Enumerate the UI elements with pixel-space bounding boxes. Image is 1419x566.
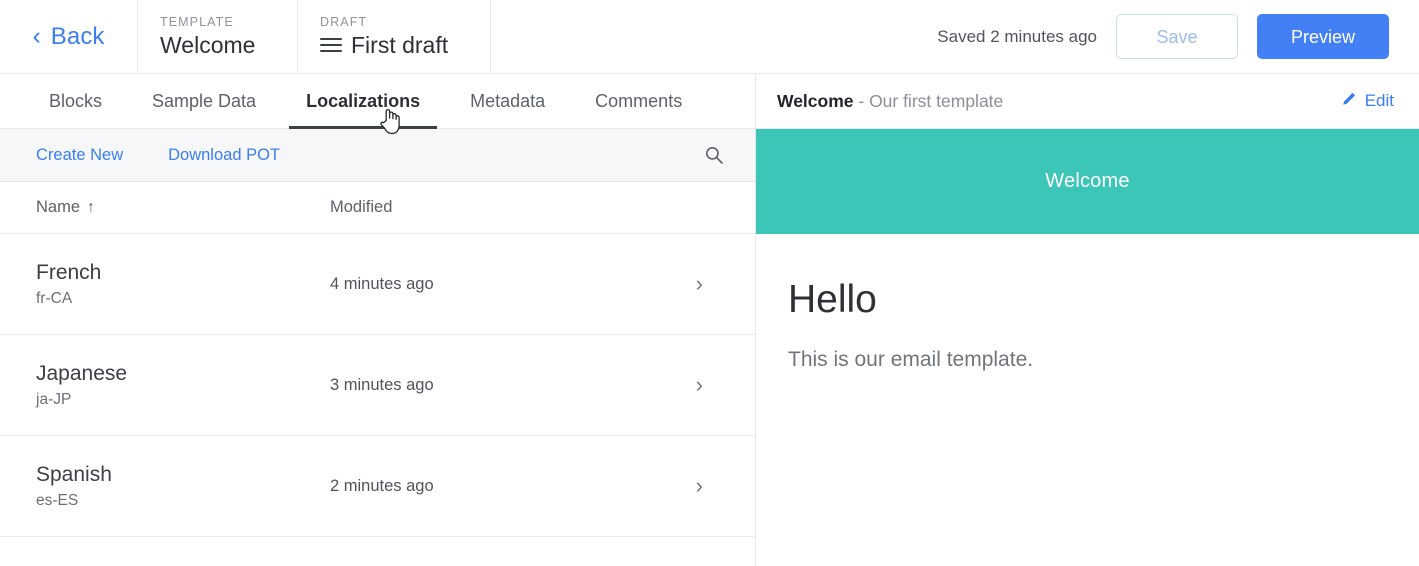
row-language-name: Japanese (36, 362, 128, 386)
localizations-list: French fr-CA 4 minutes ago › Japanese ja… (0, 234, 755, 566)
save-button[interactable]: Save (1116, 14, 1238, 59)
row-language-name: Spanish (36, 463, 112, 487)
chevron-right-icon: › (695, 473, 703, 498)
table-header-row: Name ↑ Modified (0, 182, 755, 234)
row-open-button[interactable]: › (665, 374, 755, 396)
preview-header: Welcome - Our first template Edit (756, 74, 1419, 129)
row-open-button[interactable]: › (665, 475, 755, 497)
email-heading: Hello (788, 278, 877, 321)
preview-button[interactable]: Preview (1257, 14, 1389, 59)
tab-localizations[interactable]: Localizations (281, 74, 445, 129)
row-language-name: French (36, 261, 102, 285)
email-paragraph: This is our email template. (788, 347, 1034, 371)
tab-bar: Blocks Sample Data Localizations Metadat… (0, 74, 755, 129)
table-row[interactable]: Japanese ja-JP 3 minutes ago › (0, 335, 755, 436)
row-locale-code: ja-JP (36, 390, 72, 408)
tab-comments[interactable]: Comments (570, 74, 707, 128)
draft-selector[interactable]: DRAFT First draft (298, 0, 491, 73)
hamburger-menu-icon (320, 34, 342, 56)
tab-sample-data[interactable]: Sample Data (127, 74, 281, 128)
table-row[interactable]: Spanish es-ES 2 minutes ago › (0, 436, 755, 537)
chevron-right-icon: › (695, 372, 703, 397)
column-header-modified[interactable]: Modified (330, 198, 665, 217)
row-name-cell: Spanish es-ES (0, 462, 330, 509)
pencil-icon (1341, 90, 1358, 112)
tab-metadata[interactable]: Metadata (445, 74, 570, 128)
template-name-field[interactable]: TEMPLATE Welcome (138, 0, 298, 73)
sort-ascending-icon: ↑ (87, 198, 96, 216)
preview-title-rest: - Our first template (853, 90, 1004, 111)
row-open-button[interactable]: › (665, 273, 755, 295)
row-modified-cell: 4 minutes ago (330, 274, 434, 293)
row-name-cell: Japanese ja-JP (0, 361, 330, 408)
row-modified-cell: 3 minutes ago (330, 375, 434, 394)
header-actions: Saved 2 minutes ago Save Preview (937, 0, 1419, 73)
draft-name-row: First draft (320, 31, 490, 58)
draft-eyebrow-label: DRAFT (320, 14, 368, 29)
create-new-link[interactable]: Create New (36, 146, 123, 165)
draft-name-value: First draft (351, 31, 449, 58)
main-body: Blocks Sample Data Localizations Metadat… (0, 74, 1419, 566)
back-button-label: Back (50, 22, 105, 50)
table-row[interactable]: French fr-CA 4 minutes ago › (0, 234, 755, 335)
row-locale-code: es-ES (36, 491, 79, 509)
preview-title-bold: Welcome (777, 90, 854, 111)
edit-button[interactable]: Edit (1341, 90, 1394, 112)
search-icon[interactable] (697, 138, 731, 172)
saved-status-text: Saved 2 minutes ago (937, 26, 1097, 46)
row-name-cell: French fr-CA (0, 260, 330, 307)
email-banner-text: Welcome (1045, 170, 1130, 192)
template-eyebrow-label: TEMPLATE (160, 14, 234, 29)
chevron-left-icon: ‹ (32, 22, 41, 50)
column-header-name[interactable]: Name ↑ (0, 198, 330, 217)
download-pot-link[interactable]: Download POT (168, 146, 280, 165)
list-toolbar: Create New Download POT (0, 129, 755, 182)
back-button[interactable]: ‹ Back (0, 0, 138, 73)
application-root: ‹ Back TEMPLATE Welcome DRAFT First draf… (0, 0, 1419, 566)
row-modified-cell: 2 minutes ago (330, 476, 434, 495)
left-panel: Blocks Sample Data Localizations Metadat… (0, 74, 756, 566)
header-spacer (491, 0, 937, 73)
row-locale-code: fr-CA (36, 289, 73, 307)
preview-panel: Welcome - Our first template Edit Welcom… (756, 74, 1419, 566)
email-body: Hello This is our email template. (756, 234, 1419, 566)
tab-blocks[interactable]: Blocks (24, 74, 127, 128)
column-header-modified-label: Modified (330, 198, 393, 216)
chevron-right-icon: › (695, 271, 703, 296)
email-banner: Welcome (756, 129, 1419, 234)
top-header-bar: ‹ Back TEMPLATE Welcome DRAFT First draf… (0, 0, 1419, 74)
column-header-name-label: Name (36, 198, 81, 216)
template-name-value: Welcome (160, 31, 256, 58)
preview-title: Welcome - Our first template (777, 91, 1003, 112)
edit-button-label: Edit (1364, 91, 1394, 110)
